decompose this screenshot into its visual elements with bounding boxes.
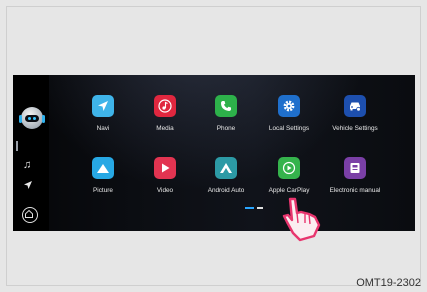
app-android-auto[interactable]: Android Auto: [196, 157, 256, 194]
music-note-icon[interactable]: ♫: [23, 159, 31, 171]
gear-icon: [278, 95, 300, 117]
app-phone[interactable]: Phone: [196, 95, 256, 132]
app-label: Navi: [96, 125, 110, 132]
manual-book-icon: [344, 157, 366, 179]
app-label: Picture: [93, 187, 113, 194]
app-label: Media: [156, 125, 174, 132]
app-electronic-manual[interactable]: Electronic manual: [325, 157, 385, 194]
page-dot-active: [245, 207, 254, 209]
app-label: Apple CarPlay: [268, 187, 310, 194]
sidebar: ♫: [13, 75, 49, 231]
mountain-picture-icon: [92, 157, 114, 179]
app-label: Phone: [216, 125, 236, 132]
navigation-arrow-icon[interactable]: [23, 180, 33, 193]
play-icon: [154, 157, 176, 179]
app-apple-carplay[interactable]: Apple CarPlay: [259, 157, 319, 194]
app-label: Local Settings: [268, 125, 310, 132]
navigation-arrow-icon: [92, 95, 114, 117]
app-label: Android Auto: [207, 187, 245, 194]
infotainment-screen: ♫ Navi Media Phone Local Settings Vehicl…: [13, 75, 415, 231]
app-label: Video: [156, 187, 174, 194]
app-label: Vehicle Settings: [332, 125, 378, 132]
app-media[interactable]: Media: [135, 95, 195, 132]
app-local-settings[interactable]: Local Settings: [259, 95, 319, 132]
carplay-play-icon: [278, 157, 300, 179]
home-icon[interactable]: [22, 207, 38, 223]
app-video[interactable]: Video: [135, 157, 195, 194]
page-dot: [257, 207, 263, 209]
android-auto-icon: [215, 157, 237, 179]
voice-assistant-icon[interactable]: [19, 107, 45, 129]
sidebar-indicator: [16, 141, 18, 151]
app-vehicle-settings[interactable]: Vehicle Settings: [325, 95, 385, 132]
app-navi[interactable]: Navi: [73, 95, 133, 132]
figure-code: OMT19-2302: [356, 277, 421, 289]
music-note-icon: [154, 95, 176, 117]
phone-icon: [215, 95, 237, 117]
app-picture[interactable]: Picture: [73, 157, 133, 194]
car-settings-icon: [344, 95, 366, 117]
pointing-hand-illustration: [274, 196, 326, 249]
app-label: Electronic manual: [329, 187, 381, 194]
